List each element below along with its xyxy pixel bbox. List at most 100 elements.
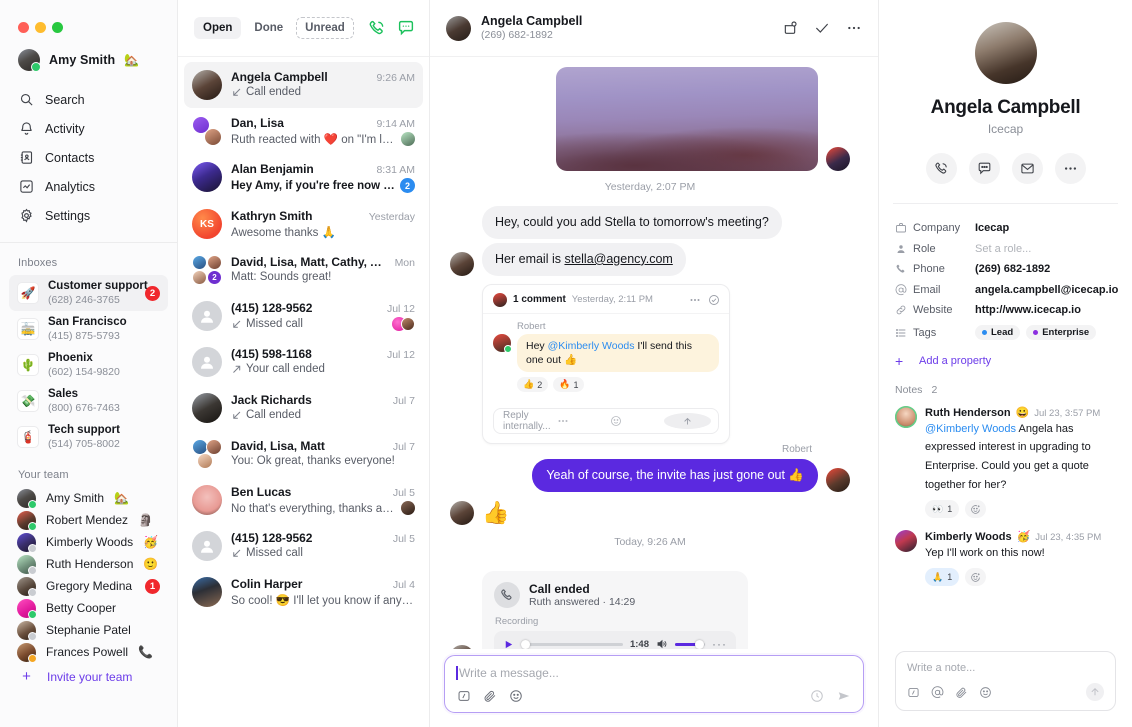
team-item-amy-smith[interactable]: Amy Smith 🏡: [9, 487, 168, 509]
play-icon[interactable]: [503, 639, 514, 649]
team-item-robert-mendez[interactable]: Robert Mendez 🗿: [9, 509, 168, 531]
audio-player[interactable]: 1:48 ···: [494, 630, 736, 649]
more-icon[interactable]: ···: [712, 638, 727, 649]
team-member-name: Stephanie Patel: [46, 623, 131, 637]
add-property-button[interactable]: + Add a property: [895, 354, 1116, 368]
conversation-item-group-9[interactable]: David, Lisa, Matt Jul 7 You: Ok great, t…: [184, 431, 423, 477]
property-row-role[interactable]: Role Set a role...: [895, 239, 1116, 260]
tab-done[interactable]: Done: [245, 17, 292, 39]
reaction-chip[interactable]: 🙏 1: [925, 568, 960, 587]
inbox-item-customer-support[interactable]: 🚀 Customer support (628) 246-3765 2: [9, 275, 168, 311]
conversation-item-colin-harper[interactable]: Colin Harper Jul 4 So cool! 😎 I'll let y…: [184, 569, 423, 615]
template-icon[interactable]: [907, 686, 920, 699]
team-item-betty-cooper[interactable]: Betty Cooper: [9, 597, 168, 619]
conversation-item-jack-richards[interactable]: Jack Richards Jul 7 Call ended: [184, 385, 423, 431]
mention[interactable]: @Kimberly Woods: [925, 423, 1016, 435]
message-input[interactable]: Write a message...: [456, 666, 851, 680]
team-item-ruth-henderson[interactable]: Ruth Henderson 🙂: [9, 553, 168, 575]
message-icon[interactable]: [968, 153, 1000, 184]
schedule-icon[interactable]: [810, 689, 824, 703]
message-composer[interactable]: Write a message...: [444, 655, 864, 713]
inbox-item-sales[interactable]: 💸 Sales (800) 676-7463: [9, 383, 168, 419]
email-link[interactable]: stella@agency.com: [564, 252, 672, 266]
tag-lead[interactable]: Lead: [975, 325, 1021, 340]
sidebar-item-settings[interactable]: Settings: [10, 201, 167, 230]
new-call-icon[interactable]: [368, 19, 386, 37]
property-row-tags[interactable]: Tags Lead Enterprise: [895, 321, 1116, 345]
conversation-item-kathryn-smith[interactable]: KS Kathryn Smith Yesterday Awesome thank…: [184, 201, 423, 247]
maximize-window-button[interactable]: [52, 22, 63, 33]
conversation-item-alan-benjamin[interactable]: Alan Benjamin 8:31 AM Hey Amy, if you're…: [184, 154, 423, 201]
team-item-gregory-medina[interactable]: Gregory Medina 1: [9, 575, 168, 597]
reaction-chip[interactable]: 👍 2: [517, 377, 549, 393]
note-composer[interactable]: Write a note...: [895, 651, 1116, 711]
conversation-item-415-128-9562-b[interactable]: (415) 128-9562 Jul 5 Missed call: [184, 523, 423, 569]
mention[interactable]: @Kimberly Woods: [548, 340, 635, 352]
note-input[interactable]: Write a note...: [907, 662, 1104, 674]
snooze-icon[interactable]: [782, 20, 798, 36]
more-icon[interactable]: [846, 20, 862, 36]
conversation-item-group-5[interactable]: 2 David, Lisa, Matt, Cathy, Alan Mon Mat…: [184, 247, 423, 293]
reaction-chip[interactable]: 🔥 1: [553, 377, 585, 393]
mention-icon[interactable]: [931, 685, 944, 699]
tab-unread[interactable]: Unread: [296, 17, 354, 39]
conversation-items[interactable]: Angela Campbell 9:26 AM Call ended Dan, …: [178, 57, 429, 727]
team-item-stephanie-patel[interactable]: Stephanie Patel: [9, 619, 168, 641]
inbox-item-tech-support[interactable]: 🧯 Tech support (514) 705-8002: [9, 419, 168, 455]
message-bubble[interactable]: Hey, could you add Stella to tomorrow's …: [482, 206, 782, 239]
conversation-item-dan-lisa[interactable]: Dan, Lisa 9:14 AM Ruth reacted with ❤️ o…: [184, 108, 423, 154]
tab-open[interactable]: Open: [194, 17, 242, 39]
reaction-chip[interactable]: 👀 1: [925, 500, 960, 519]
emoji-icon[interactable]: [509, 689, 523, 703]
more-icon[interactable]: [557, 415, 604, 427]
sidebar-item-activity[interactable]: Activity: [10, 114, 167, 143]
reaction-emoji[interactable]: 👍: [482, 500, 509, 526]
team-item-frances-powell[interactable]: Frances Powell 📞: [9, 641, 168, 663]
close-window-button[interactable]: [18, 22, 29, 33]
call-icon[interactable]: [925, 153, 957, 184]
email-icon[interactable]: [1011, 153, 1043, 184]
volume-icon[interactable]: [656, 638, 668, 649]
check-icon[interactable]: [814, 20, 830, 36]
attachment-icon[interactable]: [483, 689, 497, 703]
inbox-item-phoenix[interactable]: 🌵 Phoenix (602) 154-9820: [9, 347, 168, 383]
message-bubble[interactable]: Her email is stella@agency.com: [482, 242, 686, 276]
property-row-email[interactable]: Email angela.campbell@icecap.io: [895, 280, 1118, 301]
template-icon[interactable]: [457, 689, 471, 703]
resolve-check-icon[interactable]: [708, 294, 720, 306]
conversation-item-415-128-9562-a[interactable]: (415) 128-9562 Jul 12 Missed call: [184, 293, 423, 339]
window-traffic-lights[interactable]: [0, 14, 177, 47]
property-row-company[interactable]: Company Icecap: [895, 218, 1116, 239]
message-thread[interactable]: Yesterday, 2:07 PM Hey, could you add St…: [430, 57, 878, 649]
add-reaction-icon[interactable]: [965, 568, 987, 587]
team-item-kimberly-woods[interactable]: Kimberly Woods 🥳: [9, 531, 168, 553]
sidebar-item-search[interactable]: Search: [10, 85, 167, 114]
playback-progress-slider[interactable]: [521, 639, 623, 649]
new-message-icon[interactable]: [397, 19, 415, 37]
image-attachment[interactable]: [556, 67, 818, 171]
property-row-phone[interactable]: Phone (269) 682-1892: [895, 259, 1116, 280]
attachment-icon[interactable]: [955, 686, 968, 699]
message-bubble[interactable]: Yeah of course, the invite has just gone…: [532, 459, 818, 492]
send-note-button[interactable]: [1086, 683, 1104, 701]
more-icon[interactable]: [689, 294, 701, 306]
send-reply-button[interactable]: [663, 413, 712, 430]
conversation-item-415-598-1168[interactable]: (415) 598-1168 Jul 12 Your call ended: [184, 339, 423, 385]
emoji-icon[interactable]: [610, 415, 657, 427]
conversation-item-angela-campbell[interactable]: Angela Campbell 9:26 AM Call ended: [184, 62, 423, 108]
minimize-window-button[interactable]: [35, 22, 46, 33]
send-icon[interactable]: [837, 689, 851, 703]
add-reaction-icon[interactable]: [965, 500, 987, 519]
property-row-website[interactable]: Website http://www.icecap.io: [895, 300, 1116, 321]
invite-team-button[interactable]: + Invite your team: [9, 663, 168, 684]
current-user[interactable]: Amy Smith 🏡: [0, 47, 177, 85]
more-icon[interactable]: [1054, 153, 1086, 184]
sidebar-item-contacts[interactable]: Contacts: [10, 143, 167, 172]
internal-reply-input[interactable]: Reply internally...: [493, 408, 719, 435]
sidebar-item-analytics[interactable]: Analytics: [10, 172, 167, 201]
tag-enterprise[interactable]: Enterprise: [1026, 325, 1097, 340]
conversation-item-ben-lucas[interactable]: Ben Lucas Jul 5 No that's everything, th…: [184, 477, 423, 523]
inbox-item-san-francisco[interactable]: 🚋 San Francisco (415) 875-5793: [9, 311, 168, 347]
volume-slider[interactable]: [675, 639, 705, 649]
emoji-icon[interactable]: [979, 686, 992, 699]
